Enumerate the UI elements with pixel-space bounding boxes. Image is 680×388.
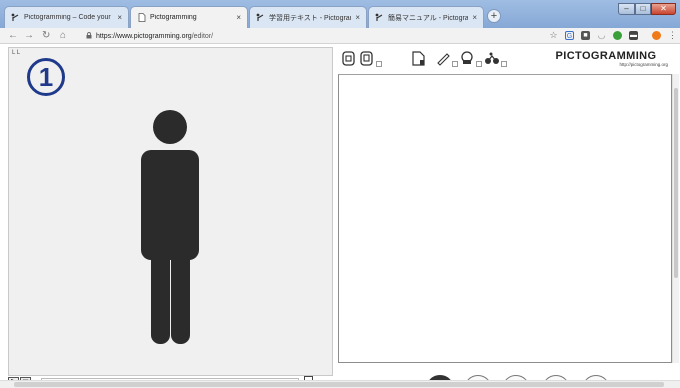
page-icon[interactable]	[412, 51, 425, 70]
pictogramming-favicon-icon	[256, 13, 265, 22]
figure-torso	[141, 150, 199, 260]
small-square-icon	[376, 61, 382, 67]
reload-icon[interactable]: ↻	[42, 30, 50, 42]
pictogramming-favicon-icon	[11, 13, 20, 22]
tab-close-icon[interactable]: ×	[117, 13, 122, 22]
chat-icon[interactable]: ▬	[629, 31, 638, 40]
small-square-icon	[476, 61, 482, 67]
document-icon	[137, 13, 146, 22]
human-pictogram-figure	[141, 110, 199, 344]
address-bar[interactable]: https://www.pictogramming.org/editor/	[86, 30, 536, 42]
code-editor-area[interactable]	[338, 74, 672, 363]
browser-window: { "browser": { "tabs": [ {"title": "Pict…	[0, 0, 680, 388]
lock-icon	[86, 31, 92, 41]
scrollbar-thumb[interactable]	[14, 382, 664, 387]
bicycle-icon[interactable]	[484, 51, 500, 70]
profile-avatar-icon[interactable]	[652, 31, 661, 40]
tab-pictogramming-home[interactable]: Pictogramming – Code your p ×	[4, 6, 129, 28]
app-logo-title: PICTOGRAMMING	[555, 50, 657, 62]
pictogramming-editor: L L 1 ⤡ ▣	[0, 44, 680, 388]
url-host: https://www.pictogramming.org	[96, 32, 192, 40]
tab-title: Pictogramming – Code your p	[24, 14, 114, 21]
code-toolbar: PICTOGRAMMING http://pictogramming.org	[338, 48, 672, 74]
tab-learning-text[interactable]: 学習用テキスト - Pictogramm ×	[249, 6, 367, 28]
translate-icon[interactable]: G	[565, 31, 574, 40]
close-window-button[interactable]: ✕	[651, 3, 676, 15]
vertical-scrollbar[interactable]	[672, 74, 679, 363]
horizontal-scrollbar[interactable]	[0, 380, 680, 388]
scrollbar-thumb[interactable]	[674, 88, 678, 278]
url-path: /editor/	[191, 32, 214, 40]
new-file-icon[interactable]	[342, 51, 355, 70]
tab-close-icon[interactable]: ×	[472, 13, 477, 22]
home-icon[interactable]: ⌂	[60, 30, 66, 42]
ruler-icon[interactable]	[436, 51, 450, 70]
pictogram-stage[interactable]: L L 1	[8, 47, 333, 376]
tab-simple-manual[interactable]: 簡易マニュアル - Pictogramm ×	[368, 6, 484, 28]
app-logo-url: http://pictogramming.org	[619, 62, 668, 67]
tab-close-icon[interactable]: ×	[355, 13, 360, 22]
tab-title: 学習用テキスト - Pictogramm	[269, 14, 351, 22]
figure-head	[153, 110, 187, 144]
figure-left-leg	[151, 244, 170, 344]
minimize-button[interactable]: –	[618, 3, 635, 15]
tab-close-icon[interactable]: ×	[236, 13, 241, 22]
tab-title: 簡易マニュアル - Pictogramm	[388, 14, 469, 22]
small-square-icon	[452, 61, 458, 67]
browser-toolbar: ← → ↻ ⌂ https://www.pictogramming.org/ed…	[0, 28, 680, 44]
menu-kebab-icon[interactable]: ⋮	[668, 31, 677, 40]
tab-title: Pictogramming	[150, 14, 197, 21]
tab-strip: Pictogramming – Code your p × Pictogramm…	[0, 0, 680, 28]
open-file-icon[interactable]	[360, 51, 373, 70]
stamp-icon[interactable]	[460, 51, 475, 70]
pictogramming-favicon-icon	[375, 13, 384, 22]
new-tab-button[interactable]: +	[487, 9, 501, 23]
extension-icon[interactable]: ■	[581, 31, 590, 40]
maximize-button[interactable]: □	[635, 3, 651, 15]
window-controls: – □ ✕	[618, 3, 676, 17]
back-arrow-icon[interactable]: ←	[8, 30, 18, 42]
app-logo: PICTOGRAMMING http://pictogramming.org	[544, 50, 668, 67]
forward-arrow-icon[interactable]: →	[24, 30, 34, 42]
green-dot-icon[interactable]	[613, 31, 622, 40]
pocket-icon[interactable]: ◡	[597, 31, 606, 40]
small-square-icon	[501, 61, 507, 67]
tab-pictogramming-editor[interactable]: Pictogramming ×	[130, 6, 248, 28]
star-icon[interactable]: ☆	[549, 31, 558, 40]
figure-right-leg	[171, 244, 190, 344]
